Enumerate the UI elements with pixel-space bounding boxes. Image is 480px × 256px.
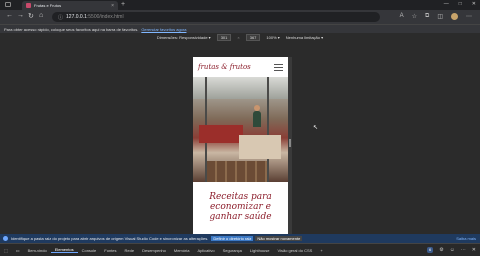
viewport-height-input[interactable]: 367 — [245, 34, 261, 41]
devtools-tab[interactable]: Lighthouse — [246, 248, 274, 253]
minimize-icon[interactable]: — — [444, 1, 449, 7]
url-path: :5500/index.html — [86, 14, 124, 20]
devtools-inspect-icon[interactable]: ⬚ — [0, 248, 12, 253]
back-icon[interactable]: ← — [6, 12, 13, 19]
devtools-tab[interactable]: Fontes — [100, 248, 120, 253]
device-toolbar: Dimensões: Responsividade ▾ 301 × 367 10… — [0, 33, 480, 42]
site-favicon-icon — [26, 3, 31, 8]
read-aloud-icon[interactable]: A — [400, 13, 404, 20]
maximize-icon[interactable]: □ — [459, 1, 462, 7]
dont-show-again-button[interactable]: Não mostrar novamente — [255, 236, 303, 241]
devtools-tab[interactable]: Desempenho — [138, 248, 170, 253]
learn-more-link[interactable]: Saiba mais — [456, 236, 476, 241]
devtools-settings-gear-icon[interactable]: ⚙ — [439, 247, 443, 253]
tab-actions-icon[interactable] — [5, 2, 11, 7]
close-window-icon[interactable]: ✕ — [472, 1, 476, 7]
devtools-tab-active[interactable]: Elementos — [50, 247, 78, 253]
devtools-tab[interactable]: Bem-vindo — [24, 248, 51, 253]
add-tool-icon[interactable]: + — [316, 248, 326, 253]
extensions-icon[interactable]: ◫ — [437, 13, 443, 20]
home-icon[interactable]: ⌂ — [39, 12, 43, 19]
infobar-message: Identifique a pasta raiz do projeto para… — [11, 236, 209, 241]
site-header: frutas & frutos — [193, 57, 288, 77]
address-bar[interactable]: ⓘ 127.0.0.1 :5500/index.html — [52, 12, 380, 22]
viewport-width-input[interactable]: 301 — [216, 34, 232, 41]
devtools-close-icon[interactable]: ✕ — [472, 247, 476, 253]
mouse-cursor-icon: ↖ — [313, 125, 319, 131]
forward-icon[interactable]: → — [17, 12, 24, 19]
tab-title: Frutas e Frutos — [34, 3, 62, 8]
set-root-directory-button[interactable]: Definir o diretório raiz — [211, 236, 254, 241]
url-host: 127.0.0.1 — [66, 14, 87, 20]
devtools-infobar: Identifique a pasta raiz do projeto para… — [0, 234, 480, 243]
profile-avatar[interactable] — [451, 13, 458, 20]
devtools-device-icon[interactable]: ▭ — [12, 248, 24, 253]
devtools-tab[interactable]: Memória — [170, 248, 194, 253]
devtools-tab[interactable]: Aplicativo — [193, 248, 218, 253]
devtools-tab[interactable]: Visão geral do CSS — [274, 248, 317, 253]
throttling-select[interactable]: Nenhuma limitação ▾ — [286, 35, 323, 40]
navigation-bar: ← → ↻ ⌂ ⓘ 127.0.0.1 :5500/index.html A ☆… — [0, 10, 480, 24]
devtools-tab-bar: ⬚ ▭ Bem-vindo Elementos Console Fontes R… — [0, 243, 480, 256]
scrollbar-thumb[interactable] — [289, 139, 291, 147]
favorites-bar: Para obter acesso rápido, coloque seus f… — [0, 24, 480, 33]
viewport-scrollbar[interactable] — [288, 57, 292, 234]
zoom-select[interactable]: 100% ▾ — [266, 35, 279, 40]
devtools-feedback-icon[interactable]: ☺ — [450, 247, 455, 253]
info-icon[interactable]: ⓘ — [58, 14, 63, 21]
favorite-star-icon[interactable]: ☆ — [412, 13, 417, 20]
devtools-tab[interactable]: Rede — [121, 248, 139, 253]
emulated-viewport: frutas & frutos Receitas para economizar… — [0, 42, 480, 234]
devtools-tab[interactable]: Console — [78, 248, 101, 253]
device-dimensions-select[interactable]: Dimensões: Responsividade ▾ — [157, 35, 211, 40]
browser-tab[interactable]: Frutas e Frutos × — [22, 1, 118, 10]
site-logo[interactable]: frutas & frutos — [198, 63, 251, 71]
browser-tab-strip: Frutas e Frutos × + — □ ✕ — [0, 0, 480, 10]
hero-headline: Receitas para economizar e ganhar saúde — [209, 192, 272, 222]
tab-close-icon[interactable]: × — [111, 3, 114, 9]
more-menu-icon[interactable]: ⋯ — [466, 13, 472, 20]
dimension-separator: × — [237, 35, 240, 40]
new-tab-icon[interactable]: + — [121, 1, 125, 8]
devtools-more-icon[interactable]: ⋯ — [461, 247, 466, 253]
favorites-hint-text: Para obter acesso rápido, coloque seus f… — [4, 26, 139, 32]
hamburger-menu-icon[interactable] — [274, 63, 283, 71]
reload-icon[interactable]: ↻ — [28, 12, 34, 20]
hero-market-image — [193, 77, 288, 182]
manage-favorites-link[interactable]: Gerenciar favoritos agora — [141, 27, 186, 32]
info-circle-icon — [3, 236, 8, 241]
issues-count-badge[interactable]: 6 — [426, 247, 434, 253]
devtools-tab[interactable]: Segurança — [219, 248, 246, 253]
mobile-page: frutas & frutos Receitas para economizar… — [193, 57, 288, 234]
collections-icon[interactable]: ⧉ — [425, 13, 429, 20]
